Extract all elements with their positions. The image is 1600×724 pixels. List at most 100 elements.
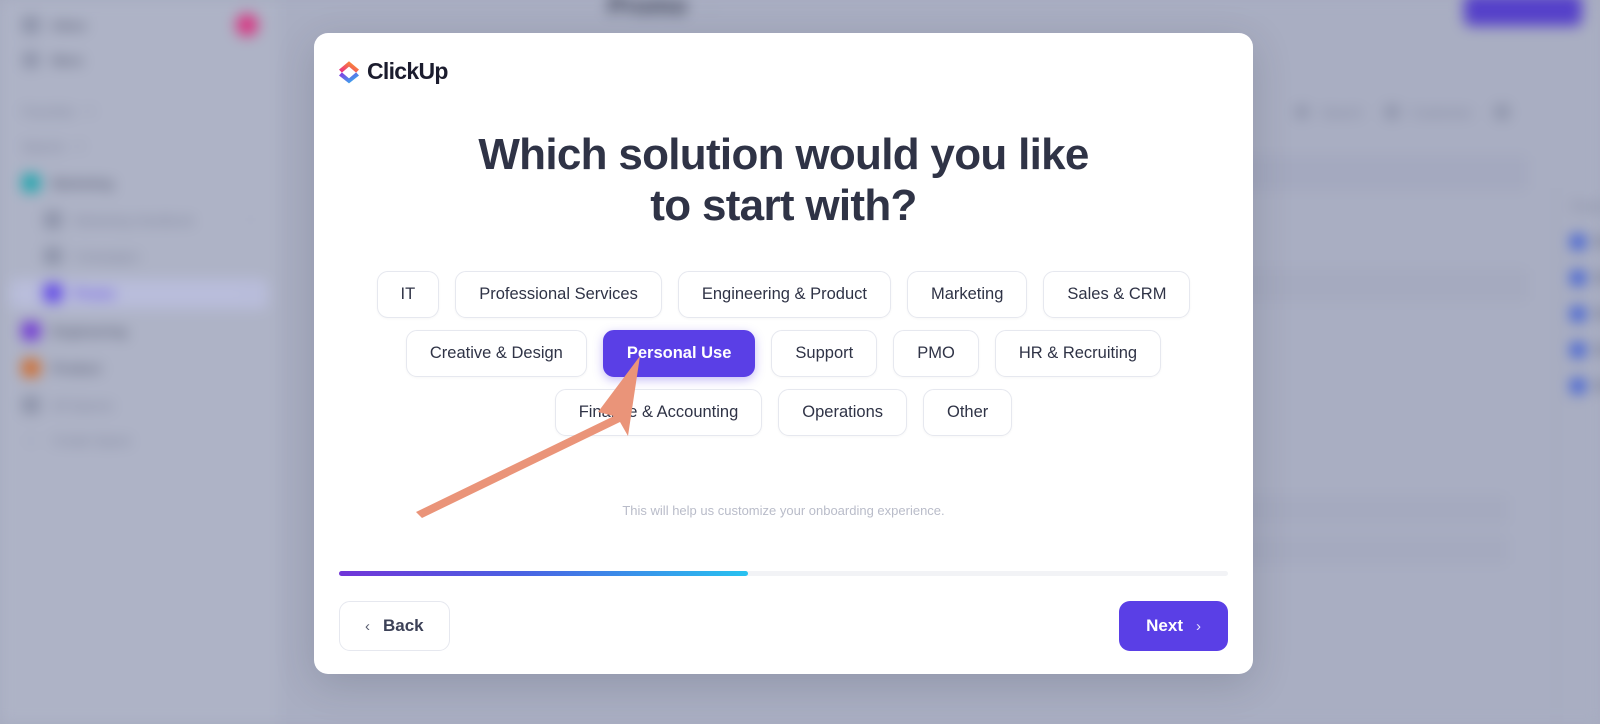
modal-footer: ‹ Back Next › xyxy=(339,601,1228,651)
task-panel-title: Priority xyxy=(1571,198,1600,214)
more-icon xyxy=(22,51,40,69)
headline-line-1: Which solution would you like xyxy=(478,130,1089,179)
background-toolbar: Search Customize xyxy=(1295,104,1510,120)
onboarding-modal: ClickUp Which solution would you like to… xyxy=(314,33,1253,674)
option-chip-engineering-product[interactable]: Engineering & Product xyxy=(677,271,891,318)
grid-icon xyxy=(22,396,40,414)
sidebar-item-label: Marketing Handbook xyxy=(74,212,194,228)
option-chip-finance-accounting[interactable]: Finance & Accounting xyxy=(554,389,763,436)
option-row-1: IT Professional Services Engineering & P… xyxy=(358,271,1209,318)
table-row[interactable]: Normal ... xyxy=(1557,332,1600,368)
option-chip-it[interactable]: IT xyxy=(376,271,440,318)
sidebar-item-label: Product xyxy=(52,360,102,376)
customize-button[interactable]: Customize xyxy=(1384,104,1472,120)
priority-flag-icon xyxy=(1571,378,1585,393)
option-row-2: Creative & Design Personal Use Support P… xyxy=(358,330,1209,377)
search-button[interactable]: Search xyxy=(1295,104,1363,120)
table-row[interactable]: Normal ... xyxy=(1557,368,1600,404)
clickup-mark-icon xyxy=(339,60,359,83)
search-icon xyxy=(1295,105,1310,119)
inbox-badge xyxy=(236,14,258,36)
sidebar-section-label: Favorites xyxy=(22,104,76,119)
chevron-right-icon: › xyxy=(1196,617,1201,635)
task-priority-label: Normal xyxy=(1595,234,1600,249)
row-menu-icon[interactable]: ⋯ xyxy=(244,285,258,301)
priority-flag-icon xyxy=(1571,234,1585,249)
row-menu-icon[interactable]: ⋯ xyxy=(244,212,258,228)
solution-options-group: IT Professional Services Engineering & P… xyxy=(358,271,1209,448)
sidebar-item-all-spaces[interactable]: All Spaces xyxy=(22,396,258,414)
sidebar-item-label: Create Space xyxy=(52,433,132,448)
space-color-icon xyxy=(22,359,40,377)
headline-line-2: to start with? xyxy=(650,181,917,230)
progress-bar-fill xyxy=(339,571,748,576)
task-priority-label: Normal xyxy=(1595,306,1600,321)
customize-label: Customize xyxy=(1410,104,1472,120)
sidebar-item-promo[interactable]: Promo ⋯ xyxy=(44,284,258,302)
search-label: Search xyxy=(1321,104,1363,120)
next-button-label: Next xyxy=(1146,616,1183,635)
back-button-label: Back xyxy=(383,616,424,635)
plus-icon: + xyxy=(27,433,35,448)
gear-icon xyxy=(1384,105,1399,119)
option-chip-operations[interactable]: Operations xyxy=(778,389,908,436)
chevron-left-icon: ‹ xyxy=(365,617,370,635)
task-priority-label: Normal xyxy=(1595,342,1600,357)
sidebar-item-campaigns[interactable]: Campaigns xyxy=(44,247,258,265)
brand-name: ClickUp xyxy=(367,58,448,84)
chevron-down-icon: ▾ xyxy=(77,141,83,153)
sidebar-item-inbox[interactable]: Inbox xyxy=(22,14,258,36)
space-color-icon xyxy=(22,174,40,192)
sidebar-section-label: Spaces xyxy=(22,139,66,154)
clickup-logo: ClickUp xyxy=(338,58,448,85)
help-icon[interactable] xyxy=(1494,104,1510,120)
background-sidebar: Inbox More Favorites ▾ Spaces ▾ Marketin… xyxy=(0,0,278,724)
sidebar-item-label: More xyxy=(52,52,84,68)
option-chip-professional-services[interactable]: Professional Services xyxy=(455,271,662,318)
sidebar-item-marketing-handbook[interactable]: Marketing Handbook ⋯ xyxy=(44,211,258,229)
background-task-panel: Priority ⋯ Normal ... Normal ... Normal … xyxy=(1556,188,1600,724)
sidebar-item-product[interactable]: Product xyxy=(22,359,258,377)
priority-flag-icon xyxy=(1571,306,1585,321)
sidebar-item-create-space[interactable]: + Create Space xyxy=(22,433,258,448)
table-row[interactable]: Normal ... xyxy=(1557,224,1600,260)
sidebar-item-engineering[interactable]: Engineering xyxy=(22,322,258,340)
table-row[interactable]: Normal ... xyxy=(1557,260,1600,296)
sidebar-item-more[interactable]: More xyxy=(22,51,258,69)
sidebar-item-label: Marketing xyxy=(52,175,114,191)
progress-bar-track xyxy=(339,571,1228,576)
option-chip-hr-recruiting[interactable]: HR & Recruiting xyxy=(994,330,1162,377)
sidebar-item-label: Campaigns xyxy=(74,248,140,264)
task-priority-label: Normal xyxy=(1595,378,1600,393)
sidebar-item-label: Promo xyxy=(74,285,116,301)
back-button[interactable]: ‹ Back xyxy=(339,601,450,651)
sidebar-item-label: Inbox xyxy=(52,17,87,33)
option-chip-personal-use[interactable]: Personal Use xyxy=(602,330,756,377)
sidebar-item-label: All Spaces xyxy=(52,397,114,413)
chevron-down-icon: ▾ xyxy=(87,106,93,118)
list-icon xyxy=(44,284,62,302)
option-chip-other[interactable]: Other xyxy=(923,389,1013,436)
doc-icon xyxy=(44,211,62,229)
background-page-title: Promo xyxy=(608,0,688,20)
table-row[interactable]: Normal ... xyxy=(1557,296,1600,332)
priority-flag-icon xyxy=(1571,342,1585,357)
space-color-icon xyxy=(22,322,40,340)
list-icon xyxy=(44,247,62,265)
sidebar-section-spaces[interactable]: Spaces ▾ xyxy=(22,139,83,154)
option-chip-support[interactable]: Support xyxy=(771,330,878,377)
sidebar-section-favorites[interactable]: Favorites ▾ xyxy=(22,104,93,119)
sidebar-item-marketing[interactable]: Marketing xyxy=(22,174,258,192)
option-chip-marketing[interactable]: Marketing xyxy=(906,271,1028,318)
inbox-icon xyxy=(22,16,40,34)
option-chip-pmo[interactable]: PMO xyxy=(893,330,979,377)
sidebar-item-label: Engineering xyxy=(52,323,128,339)
option-chip-creative-design[interactable]: Creative & Design xyxy=(405,330,587,377)
add-task-button[interactable] xyxy=(1464,0,1582,26)
next-button[interactable]: Next › xyxy=(1119,601,1228,651)
option-row-3: Finance & Accounting Operations Other xyxy=(358,389,1209,436)
option-chip-sales-crm[interactable]: Sales & CRM xyxy=(1043,271,1191,318)
priority-flag-icon xyxy=(1571,270,1585,285)
background-page-title-menu: ... xyxy=(705,0,716,14)
task-panel-header: Priority ⋯ xyxy=(1557,188,1600,224)
